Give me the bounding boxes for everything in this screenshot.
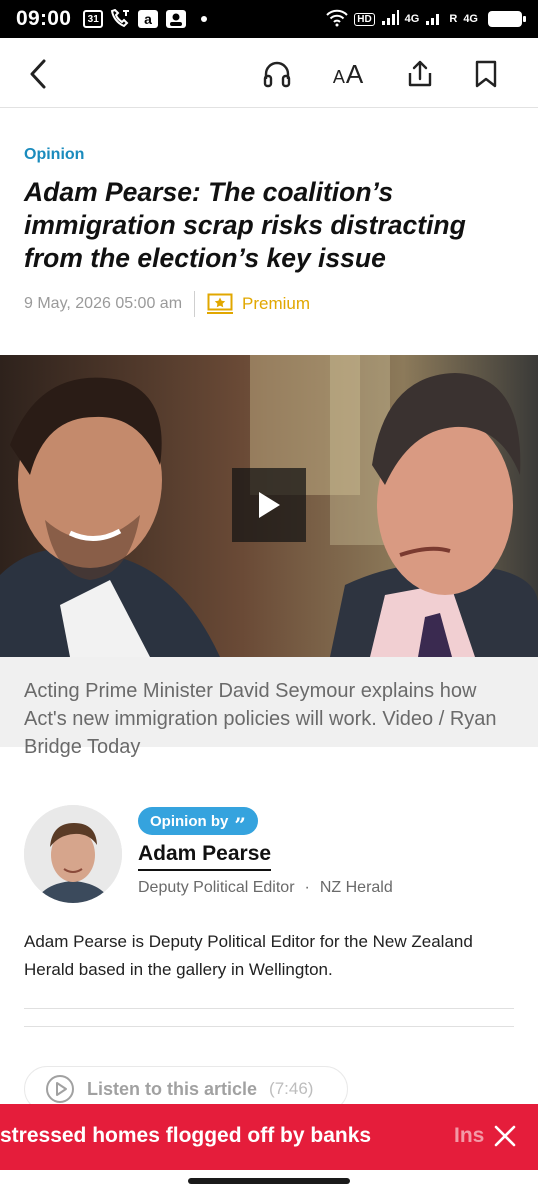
play-button[interactable] [232, 468, 306, 542]
signal-icon-1 [381, 9, 399, 29]
article-toolbar: AA [0, 38, 538, 108]
home-indicator[interactable] [188, 1178, 350, 1184]
ticker-headline[interactable]: stressed homes flogged off by banks [0, 1124, 371, 1148]
headphones-icon [263, 61, 291, 88]
gesture-nav-area [0, 1170, 538, 1199]
author-bio: Adam Pearse is Deputy Political Editor f… [24, 932, 473, 979]
back-button[interactable] [18, 54, 58, 94]
text-size-icon: AA [333, 59, 363, 90]
missed-call-icon [109, 9, 131, 29]
ticker-close-button[interactable] [488, 1119, 522, 1153]
status-bar: 09:00 31 a HD 4G R 4G [0, 0, 538, 38]
text-size-small-a: A [332, 66, 345, 87]
back-arrow-icon [30, 59, 46, 89]
premium-label: Premium [242, 294, 311, 313]
author-outlet: NZ Herald [319, 879, 393, 896]
share-button[interactable] [400, 54, 440, 94]
breaking-news-ticker[interactable]: stressed homes flogged off by banks Ins [0, 1104, 538, 1170]
premium-icon [207, 293, 234, 315]
signal-icon-2 [425, 10, 443, 29]
divider [24, 1026, 514, 1027]
more-notifications-dot [201, 16, 208, 22]
section-link[interactable]: Opinion [24, 146, 84, 164]
opinion-by-label: Opinion by [150, 812, 229, 830]
contacts-app-icon [165, 9, 187, 29]
text-size-button[interactable]: AA [328, 54, 368, 94]
author-avatar[interactable] [24, 805, 122, 903]
amazon-app-icon: a [137, 9, 159, 29]
status-time: 09:00 [16, 7, 72, 30]
video-caption: Acting Prime Minister David Seymour expl… [24, 680, 497, 758]
listen-label: Listen to this article [87, 1078, 258, 1099]
notification-icons: 31 a [83, 9, 208, 29]
opinion-by-pill: Opinion by ” [138, 807, 258, 835]
calendar-day: 31 [87, 13, 99, 25]
divider [24, 1008, 514, 1009]
roaming-indicator: R [449, 13, 458, 25]
ticker-next-headline[interactable]: Ins [454, 1124, 484, 1148]
play-icon [259, 492, 280, 518]
hd-voice-icon: HD [354, 12, 375, 26]
hero-video[interactable] [0, 355, 538, 657]
play-circle-icon [46, 1075, 74, 1103]
publish-date: 9 May, 2026 05:00 am [24, 295, 183, 312]
role-separator: · [304, 879, 310, 896]
network-type-1: 4G [404, 13, 420, 25]
text-size-large-a: A [345, 58, 364, 89]
author-role: Deputy Political Editor [138, 879, 295, 896]
share-icon [408, 60, 432, 87]
quote-icon: ” [234, 813, 246, 837]
meta-divider [194, 291, 196, 317]
system-indicators: HD 4G R 4G [326, 9, 526, 30]
bookmark-icon [475, 60, 497, 88]
article-headline: Adam Pearse: The coalition’s immigration… [24, 177, 466, 273]
wifi-icon [326, 9, 348, 30]
network-type-2: 4G [463, 13, 478, 25]
author-name-link[interactable]: Adam Pearse [138, 842, 272, 871]
close-icon [494, 1125, 516, 1147]
calendar-icon: 31 [83, 10, 104, 28]
battery-icon [488, 11, 526, 27]
listen-button[interactable] [257, 54, 297, 94]
author-role-line: Deputy Political Editor · NZ Herald [138, 879, 393, 897]
listen-duration: (7:46) [269, 1079, 314, 1098]
bookmark-button[interactable] [466, 54, 506, 94]
video-caption-box: Acting Prime Minister David Seymour expl… [0, 657, 538, 758]
article-meta: 9 May, 2026 05:00 am Premium [24, 291, 311, 317]
svg-text:a: a [144, 11, 152, 27]
